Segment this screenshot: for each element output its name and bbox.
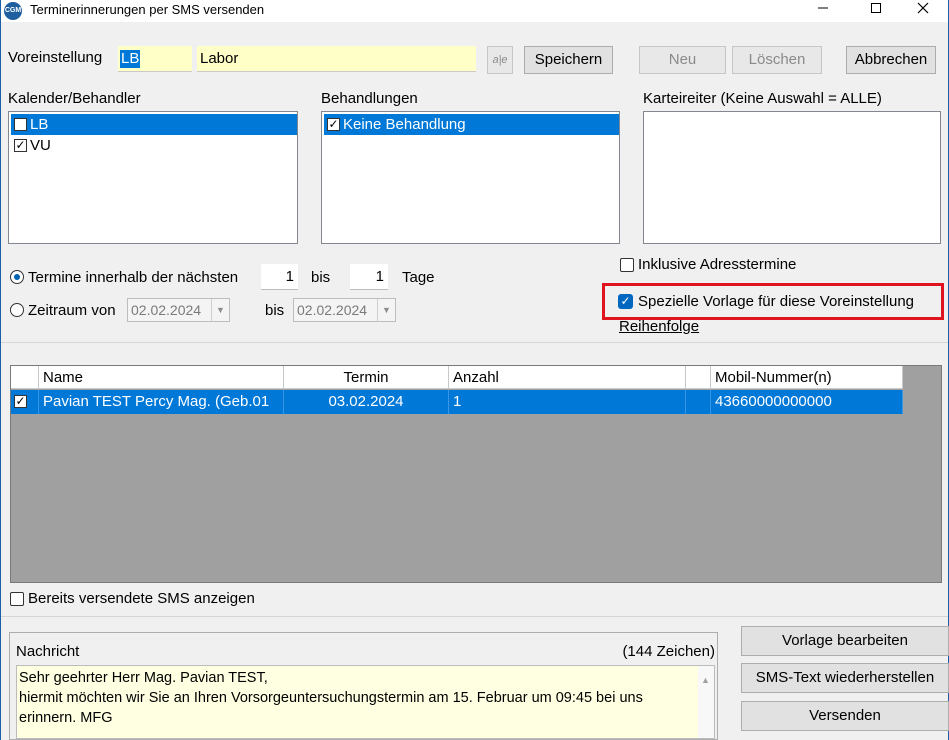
grid-header-termin[interactable]: Termin (284, 366, 449, 389)
treatments-list[interactable]: ✓ Keine Behandlung (321, 111, 620, 244)
preset-label: Voreinstellung (8, 49, 103, 66)
cancel-button[interactable]: Abbrechen (846, 46, 936, 74)
message-line: hiermit möchten wir Sie an Ihren Vorsorg… (19, 690, 643, 706)
new-button[interactable]: Neu (639, 46, 726, 74)
list-item-label: VU (30, 137, 51, 154)
checkbox-vu[interactable]: ✓ (14, 139, 27, 152)
grid-header-name[interactable]: Name (39, 366, 284, 389)
message-textarea[interactable]: Sehr geehrter Herr Mag. Pavian TEST, hie… (16, 665, 715, 739)
sms-reminder-window: CGM Terminerinnerungen per SMS versenden… (0, 0, 949, 740)
list-item-label: LB (30, 116, 49, 133)
message-panel: Nachricht (144 Zeichen) Sehr geehrter He… (9, 632, 718, 740)
table-row-check[interactable]: ✓ (11, 390, 39, 414)
treatments-label: Behandlungen (321, 90, 418, 107)
radio-date-range-label: Zeitraum von (28, 302, 116, 319)
date-from-picker[interactable]: 02.02.2024 ▼ (127, 298, 230, 322)
date-from-value: 02.02.2024 (131, 302, 202, 318)
grid-header-anzahl[interactable]: Anzahl (449, 366, 686, 389)
send-button[interactable]: Versenden (741, 701, 949, 731)
date-to-picker[interactable]: 02.02.2024 ▼ (293, 298, 396, 322)
include-address-label: Inklusive Adresstermine (638, 256, 797, 273)
delete-button[interactable]: Löschen (732, 46, 822, 74)
checkbox-keine-behandlung[interactable]: ✓ (327, 118, 340, 131)
message-label: Nachricht (16, 643, 80, 660)
message-line: erinnern. MFG (19, 710, 113, 726)
date-to-value: 02.02.2024 (297, 302, 368, 318)
preset-name-value: Labor (200, 50, 239, 67)
show-sent-label: Bereits versendete SMS anzeigen (28, 590, 255, 607)
scroll-up-icon[interactable]: ▲ (701, 670, 710, 690)
preset-code-field[interactable]: LB (118, 46, 192, 72)
spellcheck-glyph: a|e (492, 54, 508, 66)
list-item[interactable]: ✓ Keine Behandlung (324, 114, 619, 135)
calendar-label: Kalender/Behandler (8, 90, 141, 107)
save-button[interactable]: Speichern (524, 46, 613, 74)
table-row-mobile[interactable]: 43660000000000 (711, 390, 903, 414)
checkbox-show-sent[interactable] (10, 592, 24, 606)
row-checkbox[interactable]: ✓ (14, 395, 27, 408)
table-row-name[interactable]: Pavian TEST Percy Mag. (Geb.01 (39, 390, 284, 414)
list-item[interactable]: ✓ VU (11, 135, 297, 156)
tabs-filter-label: Karteireiter (Keine Auswahl = ALLE) (643, 90, 882, 107)
calendar-list[interactable]: LB ✓ VU (8, 111, 298, 244)
window-title: Terminerinnerungen per SMS versenden (30, 2, 265, 17)
grid-header-mobile[interactable]: Mobil-Nummer(n) (711, 366, 903, 389)
radio-next-days[interactable] (10, 270, 24, 284)
to-days-input[interactable]: 1 (350, 264, 388, 290)
message-line: Sehr geehrter Herr Mag. Pavian TEST, (19, 670, 268, 686)
days-label: Tage (402, 269, 435, 286)
chevron-down-icon[interactable]: ▼ (377, 299, 395, 321)
preset-code-value: LB (120, 50, 141, 68)
minimize-icon[interactable] (800, 0, 846, 22)
list-item-label: Keine Behandlung (343, 116, 466, 133)
title-bar: CGM Terminerinnerungen per SMS versenden (1, 0, 948, 22)
chevron-down-icon[interactable]: ▼ (211, 299, 229, 321)
bis-label-2: bis (265, 302, 285, 319)
edit-template-button[interactable]: Vorlage bearbeiten (741, 626, 949, 656)
divider (1, 616, 948, 617)
table-row-extra[interactable] (686, 390, 711, 414)
divider (1, 342, 948, 343)
from-days-input[interactable]: 1 (261, 264, 298, 290)
table-row-termin[interactable]: 03.02.2024 (284, 390, 449, 414)
checkbox-include-address[interactable] (620, 258, 634, 272)
preset-name-field[interactable]: Labor (197, 46, 476, 72)
app-icon: CGM (4, 2, 22, 20)
table-row-anzahl[interactable]: 1 (449, 390, 686, 414)
grid-header-check (11, 366, 39, 389)
radio-next-days-label: Termine innerhalb der nächsten (28, 269, 239, 286)
spellcheck-icon[interactable]: a|e (487, 46, 513, 74)
checkbox-lb[interactable] (14, 118, 27, 131)
checkbox-special-template[interactable]: ✓ (618, 294, 633, 309)
recipients-grid[interactable]: Name Termin Anzahl Mobil-Nummer(n) ✓ Pav… (10, 365, 942, 583)
bis-label-1: bis (311, 269, 331, 286)
message-scrollbar[interactable]: ▲ (698, 666, 714, 738)
grid-header-extra[interactable] (686, 366, 711, 389)
close-icon[interactable] (900, 0, 946, 22)
message-char-count: (144 Zeichen) (622, 643, 715, 660)
radio-date-range[interactable] (10, 303, 24, 317)
special-template-label: Spezielle Vorlage für diese Voreinstellu… (638, 293, 915, 310)
order-link[interactable]: Reihenfolge (619, 318, 699, 335)
list-item[interactable]: LB (11, 114, 297, 135)
tabs-filter-list[interactable] (643, 111, 941, 244)
restore-sms-text-button[interactable]: SMS-Text wiederherstellen (741, 663, 949, 693)
maximize-icon[interactable] (853, 0, 899, 22)
